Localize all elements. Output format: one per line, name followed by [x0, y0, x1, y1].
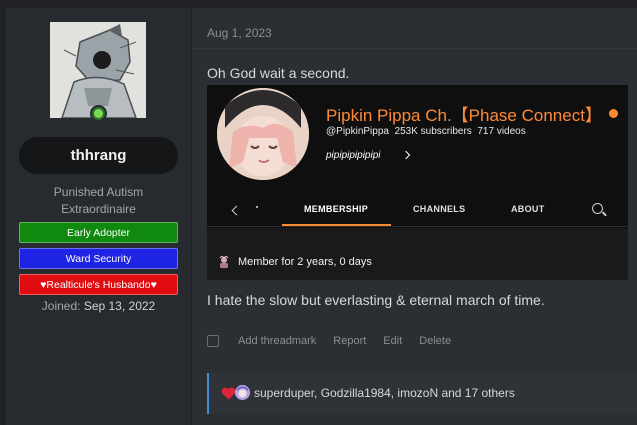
member-badge-icon — [219, 256, 229, 268]
tab-membership: MEMBERSHIP — [304, 204, 369, 214]
chevron-left-icon — [231, 205, 242, 216]
online-indicator-icon — [90, 105, 107, 122]
youtube-embed-image[interactable]: Pipkin Pippa Ch.【Phase Connect】 @PipkinP… — [207, 85, 628, 280]
edit-link[interactable]: Edit — [383, 335, 402, 347]
tab-about: ABOUT — [511, 204, 545, 214]
tab-channels: CHANNELS — [413, 204, 466, 214]
add-threadmark-link[interactable]: Add threadmark — [238, 335, 316, 347]
channel-tabs: MEMBERSHIP CHANNELS ABOUT — [207, 195, 628, 227]
verified-icon — [609, 109, 618, 118]
post-date[interactable]: Aug 1, 2023 — [207, 26, 272, 40]
report-link[interactable]: Report — [333, 335, 366, 347]
post-text-line1: Oh God wait a second. — [207, 65, 350, 81]
video-count: 717 videos — [477, 126, 526, 137]
tab-scroll-dot — [256, 206, 258, 208]
user-title-line2: Extraordinaire — [61, 202, 136, 216]
delete-link[interactable]: Delete — [419, 335, 451, 347]
channel-meta: @PipkinPippa 253K subscribers 717 videos — [326, 126, 526, 137]
banner-husbando: ♥Realticule's Husbando♥ — [19, 274, 178, 295]
avatar-illustration — [50, 22, 146, 118]
joined-info: Joined: Sep 13, 2022 — [19, 299, 178, 313]
select-post-checkbox[interactable] — [207, 335, 219, 347]
channel-handle: @PipkinPippa — [326, 126, 389, 137]
active-tab-underline — [282, 224, 391, 226]
reaction-users[interactable]: superduper, Godzilla1984, imozoN and 17 … — [254, 386, 515, 400]
heart-icon — [221, 387, 236, 400]
anime-girl-reaction-icon — [235, 385, 250, 400]
channel-avatar — [217, 88, 309, 180]
user-title: Punished Autism Extraordinaire — [19, 184, 178, 218]
reactions-bar[interactable]: superduper, Godzilla1984, imozoN and 17 … — [207, 373, 637, 414]
member-status: Member for 2 years, 0 days — [238, 256, 372, 268]
search-icon — [592, 203, 603, 214]
channel-tagline: pipipipipipipi — [326, 150, 381, 161]
post-text-line2: I hate the slow but everlasting & eterna… — [207, 292, 545, 308]
username[interactable]: thhrang — [19, 137, 178, 174]
chevron-right-icon — [401, 150, 411, 160]
channel-name: Pipkin Pippa Ch.【Phase Connect】 — [326, 106, 602, 125]
user-title-line1: Punished Autism — [53, 185, 144, 199]
joined-label: Joined: — [41, 299, 81, 313]
membership-panel: Member for 2 years, 0 days — [207, 228, 628, 280]
channel-avatar-illustration — [217, 88, 309, 180]
banner-ward-security: Ward Security — [19, 248, 178, 269]
post-actions: Add threadmark Report Edit Delete — [207, 333, 468, 349]
joined-date: Sep 13, 2022 — [83, 299, 156, 313]
user-avatar[interactable] — [50, 22, 146, 118]
header-divider — [193, 48, 637, 49]
subscriber-count: 253K subscribers — [394, 126, 472, 137]
banner-early-adopter: Early Adopter — [19, 222, 178, 243]
